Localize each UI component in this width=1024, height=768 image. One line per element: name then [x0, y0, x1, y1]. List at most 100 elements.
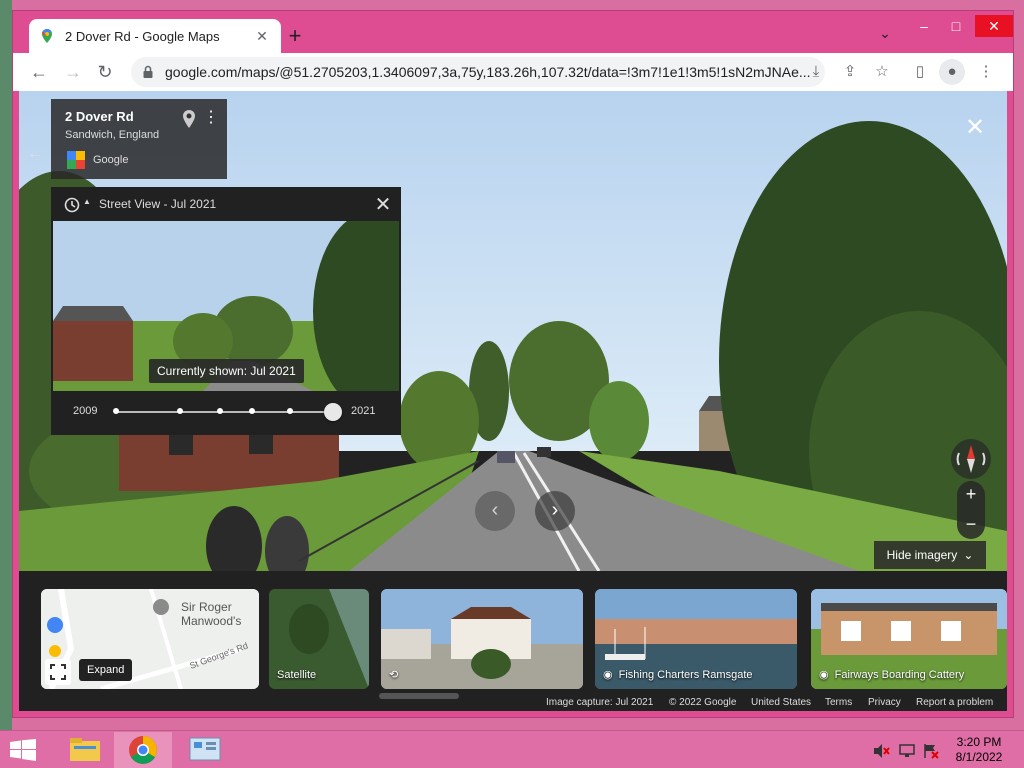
street-photo-label: ⟲: [389, 668, 398, 681]
desktop-edge: [0, 0, 12, 730]
browser-window: 2 Dover Rd - Google Maps ✕ + ⌄ – □ ✕ ← →…: [12, 10, 1014, 718]
timeline-stop[interactable]: [249, 408, 255, 414]
timeline-slider[interactable]: 2009 2021: [51, 397, 401, 427]
windows-start-icon[interactable]: [10, 739, 36, 761]
fishing-label-text: Fishing Charters Ramsgate: [618, 668, 753, 681]
photo-thumbnail-street[interactable]: ⟲: [381, 589, 583, 689]
google-maps-favicon-icon: [42, 29, 52, 43]
taskbar-clock[interactable]: 3:20 PM 8/1/2022: [944, 735, 1014, 765]
street-view-content[interactable]: 2 Dover Rd Sandwich, England ⋮ Google ←: [19, 91, 1007, 711]
photo-thumbnail-cattery[interactable]: ◉ Fairways Boarding Cattery: [811, 589, 1007, 689]
country-link[interactable]: United States: [751, 697, 811, 708]
network-icon[interactable]: [898, 743, 916, 759]
cattery-label-text: Fairways Boarding Cattery: [834, 668, 965, 681]
clock-date: 8/1/2022: [955, 750, 1003, 764]
minimize-button[interactable]: –: [909, 15, 939, 37]
previous-arrow-icon[interactable]: ‹: [475, 491, 515, 531]
browser-toolbar: ← → ↻ google.com/maps/@51.2705203,1.3406…: [13, 53, 1013, 91]
lock-icon: [143, 65, 153, 78]
timeline-stop[interactable]: [217, 408, 223, 414]
tab-google-maps[interactable]: 2 Dover Rd - Google Maps ✕: [29, 19, 281, 53]
tab-title: 2 Dover Rd - Google Maps: [65, 28, 220, 44]
camera-icon: ◉: [819, 669, 829, 681]
privacy-link[interactable]: Privacy: [868, 697, 901, 708]
footer-bar: Image capture: Jul 2021 © 2022 Google Un…: [19, 697, 1007, 711]
tab-search-chevron-icon[interactable]: ⌄: [875, 25, 895, 45]
forward-arrow-icon[interactable]: →: [59, 59, 87, 85]
close-street-view-icon[interactable]: ✕: [963, 113, 987, 142]
time-machine-preview: Currently shown: Jul 2021: [53, 221, 399, 391]
place-name: 2 Dover Rd: [65, 109, 134, 124]
action-center-flag-icon[interactable]: [922, 743, 940, 759]
compass-icon[interactable]: [951, 439, 991, 479]
clock-time: 3:20 PM: [956, 735, 1002, 749]
time-machine-header: ▲ Street View - Jul 2021 ✕: [51, 187, 401, 221]
zoom-control: + −: [957, 481, 985, 539]
control-panel-icon: [189, 737, 221, 761]
mini-map: Sir Roger Manwood's St George's Rd: [41, 589, 259, 689]
google-maps-logo: [67, 151, 85, 169]
file-explorer-taskbar-button[interactable]: [56, 732, 114, 768]
side-panel-icon[interactable]: ▯: [907, 59, 933, 85]
brand-label: Google: [93, 154, 129, 166]
time-machine-title: Street View - Jul 2021: [99, 197, 217, 211]
map-label: Sir Roger: [181, 600, 232, 614]
close-time-machine-icon[interactable]: ✕: [373, 192, 393, 217]
caret-up-icon[interactable]: ▲: [83, 197, 91, 206]
chrome-taskbar-button[interactable]: [114, 732, 172, 768]
satellite-thumbnail[interactable]: Satellite: [269, 589, 369, 689]
next-arrow-icon[interactable]: ›: [535, 491, 575, 531]
folder-icon: [70, 738, 100, 761]
terms-link[interactable]: Terms: [825, 697, 852, 708]
street-view-panorama[interactable]: 2 Dover Rd Sandwich, England ⋮ Google ←: [19, 91, 1007, 571]
control-panel-taskbar-button[interactable]: [176, 732, 234, 768]
more-options-icon[interactable]: ⋮: [203, 107, 219, 127]
reload-icon[interactable]: ↻: [91, 59, 119, 85]
history-clock-icon[interactable]: [63, 196, 81, 214]
timeline-end-year: 2021: [351, 405, 376, 417]
share-icon[interactable]: ⇪: [837, 59, 863, 85]
zoom-out-button[interactable]: −: [957, 511, 985, 539]
chrome-icon: [129, 736, 157, 764]
zoom-in-button[interactable]: +: [957, 481, 985, 509]
volume-muted-icon[interactable]: [872, 743, 890, 759]
place-info-card: 2 Dover Rd Sandwich, England ⋮ Google: [51, 99, 227, 179]
bookmark-star-icon[interactable]: ☆: [869, 59, 895, 85]
time-machine-panel: ▲ Street View - Jul 2021 ✕ Currently sho…: [51, 187, 401, 435]
back-arrow-icon[interactable]: ←: [25, 59, 53, 85]
double-chevron-down-icon: ⌄: [963, 548, 974, 562]
fishing-label: ◉ Fishing Charters Ramsgate: [603, 668, 753, 682]
tab-close-icon[interactable]: ✕: [253, 28, 271, 45]
maximize-button[interactable]: □: [941, 15, 971, 37]
satellite-label: Satellite: [277, 669, 317, 681]
url-text: google.com/maps/@51.2705203,1.3406097,3a…: [165, 64, 811, 80]
timeline-track[interactable]: [115, 411, 333, 413]
profile-avatar-icon[interactable]: ●: [939, 59, 965, 85]
image-capture-date: Image capture: Jul 2021: [546, 697, 654, 708]
360-rotate-icon: ⟲: [389, 669, 399, 681]
new-tab-button[interactable]: +: [281, 25, 309, 49]
camera-icon: ◉: [603, 669, 613, 681]
timeline-stop[interactable]: [113, 408, 119, 414]
taskbar: 3:20 PM 8/1/2022: [0, 730, 1024, 768]
address-bar[interactable]: google.com/maps/@51.2705203,1.3406097,3a…: [131, 57, 825, 87]
timeline-stop[interactable]: [177, 408, 183, 414]
expand-icon[interactable]: [45, 659, 71, 685]
expand-tooltip: Expand: [79, 659, 133, 681]
menu-kebab-icon[interactable]: ⋮: [973, 59, 999, 85]
timeline-knob[interactable]: [324, 403, 342, 421]
tab-bar: 2 Dover Rd - Google Maps ✕ + ⌄ – □ ✕: [13, 11, 1013, 53]
photo-thumbnail-fishing[interactable]: ◉ Fishing Charters Ramsgate: [595, 589, 797, 689]
map-pin-icon[interactable]: [181, 109, 197, 129]
currently-shown-tooltip: Currently shown: Jul 2021: [149, 359, 304, 383]
imagery-strip: Sir Roger Manwood's St George's Rd Expan…: [19, 571, 1007, 711]
back-arrow-icon[interactable]: ←: [27, 145, 43, 163]
compass-needle-icon: [956, 445, 986, 473]
install-app-icon[interactable]: ⤓: [803, 59, 829, 85]
hide-imagery-button[interactable]: Hide imagery ⌄: [874, 541, 986, 569]
timeline-stop[interactable]: [287, 408, 293, 414]
map-label: Manwood's: [181, 614, 241, 628]
report-problem-link[interactable]: Report a problem: [916, 697, 993, 708]
map-thumbnail[interactable]: Sir Roger Manwood's St George's Rd Expan…: [41, 589, 259, 689]
close-window-button[interactable]: ✕: [975, 15, 1013, 37]
